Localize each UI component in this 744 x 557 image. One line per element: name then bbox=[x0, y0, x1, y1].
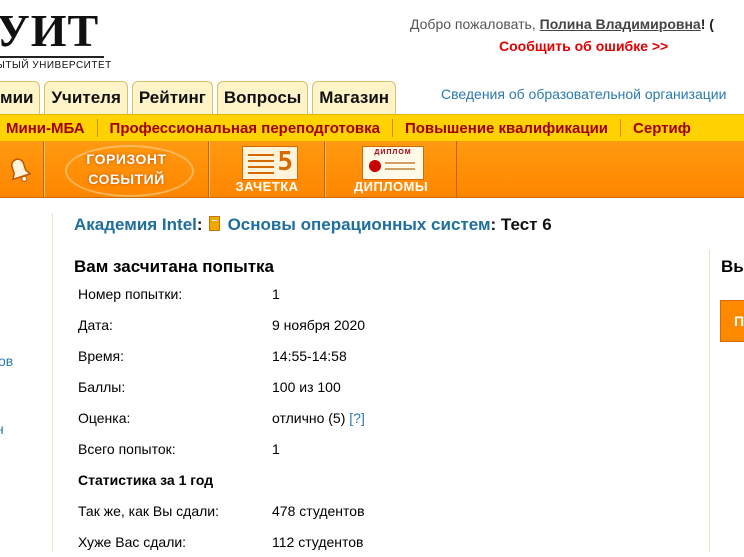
breadcrumb-test: : Тест 6 bbox=[490, 215, 552, 234]
table-row: Хуже Вас сдали: 112 студентов bbox=[72, 526, 371, 557]
gradebook-label: ЗАЧЕТКА bbox=[235, 179, 299, 194]
table-row: Номер попытки: 1 bbox=[72, 278, 371, 309]
right-column-divider bbox=[709, 250, 710, 552]
book-icon bbox=[208, 216, 220, 231]
notifications-button[interactable] bbox=[0, 141, 44, 197]
welcome-message: Добро пожаловать, Полина Владимировна! ( bbox=[410, 16, 714, 32]
diploma-icon: ДИПЛОМ bbox=[362, 146, 424, 180]
menu-item-mini-mba[interactable]: Мини-МБА bbox=[0, 120, 97, 137]
menu-item-certification[interactable]: Сертиф bbox=[621, 120, 703, 137]
logo-subtitle: ЫТЫЙ УНИВЕРСИТЕТ bbox=[0, 60, 112, 71]
attempt-value: 1 bbox=[272, 285, 280, 302]
table-row: Оценка: отлично (5) [?] bbox=[72, 402, 371, 433]
table-row: Время: 14:55-14:58 bbox=[72, 340, 371, 371]
menu-item-qualification[interactable]: Повышение квалификации bbox=[393, 120, 620, 137]
right-panel-button[interactable]: П bbox=[720, 300, 744, 342]
horizon-label-1: ГОРИЗОНТ bbox=[86, 151, 167, 167]
tab-teachers[interactable]: Учителя bbox=[44, 81, 128, 114]
grade-value: отлично (5) bbox=[272, 409, 346, 426]
program-menu: Мини-МБА Профессиональная переподготовка… bbox=[0, 114, 744, 142]
diplomas-button[interactable]: ДИПЛОМ ДИПЛОМЫ bbox=[325, 141, 457, 197]
table-row: Дата: 9 ноября 2020 bbox=[72, 309, 371, 340]
logo-underline bbox=[0, 56, 104, 58]
horizon-label-2: СОБЫТИЙ bbox=[88, 171, 165, 187]
time-label: Время: bbox=[78, 347, 125, 364]
table-row: Статистика за 1 год bbox=[72, 464, 371, 495]
welcome-prefix: Добро пожаловать, bbox=[410, 16, 540, 32]
university-logo[interactable]: УИТ ЫТЫЙ УНИВЕРСИТЕТ bbox=[0, 8, 112, 71]
same-grade-value: 478 студентов bbox=[272, 502, 365, 519]
breadcrumb-course-link[interactable]: Основы операционных систем bbox=[228, 215, 491, 234]
gradebook-button[interactable]: 5 ЗАЧЕТКА bbox=[209, 141, 325, 197]
table-row: Так же, как Вы сдали: 478 студентов bbox=[72, 495, 371, 526]
breadcrumb-separator: : bbox=[196, 215, 203, 234]
tab-shop[interactable]: Магазин bbox=[312, 81, 397, 114]
score-label: Баллы: bbox=[78, 378, 126, 395]
tab-academies[interactable]: мии bbox=[0, 81, 41, 114]
menu-item-retraining[interactable]: Профессиональная переподготовка bbox=[98, 120, 392, 137]
seal-icon bbox=[369, 160, 381, 172]
welcome-suffix: ! ( bbox=[700, 16, 714, 32]
worse-grade-label: Хуже Вас сдали: bbox=[78, 533, 187, 550]
gradebook-number: 5 bbox=[277, 147, 293, 177]
logo-text: УИТ bbox=[0, 5, 100, 56]
bell-icon bbox=[11, 158, 32, 182]
grade-label: Оценка: bbox=[78, 409, 131, 426]
same-grade-label: Так же, как Вы сдали: bbox=[78, 502, 220, 519]
time-value: 14:55-14:58 bbox=[272, 347, 347, 364]
tab-rating[interactable]: Рейтинг bbox=[131, 81, 213, 114]
events-horizon-button[interactable]: ГОРИЗОНТ СОБЫТИЙ bbox=[44, 141, 209, 197]
date-value: 9 ноября 2020 bbox=[272, 316, 366, 333]
sidebar-link-1[interactable]: ов bbox=[0, 353, 13, 369]
attempt-label: Номер попытки: bbox=[78, 285, 183, 302]
results-table: Номер попытки: 1 Дата: 9 ноября 2020 Вре… bbox=[72, 278, 371, 557]
tab-questions[interactable]: Вопросы bbox=[216, 81, 309, 114]
breadcrumb: Академия Intel: Основы операционных систе… bbox=[74, 215, 552, 235]
user-name-link[interactable]: Полина Владимировна bbox=[540, 16, 701, 32]
org-info-link[interactable]: Сведения об образовательной организации bbox=[441, 86, 726, 102]
table-row: Всего попыток: 1 bbox=[72, 433, 371, 464]
total-attempts-label: Всего попыток: bbox=[78, 440, 176, 457]
table-row: Баллы: 100 из 100 bbox=[72, 371, 371, 402]
worse-grade-value: 112 студентов bbox=[272, 533, 364, 550]
sidebar-link-2[interactable]: н bbox=[0, 421, 4, 437]
date-label: Дата: bbox=[78, 316, 113, 333]
diploma-icon-header: ДИПЛОМ bbox=[374, 149, 412, 156]
right-panel-title: Вы bbox=[721, 257, 744, 276]
breadcrumb-academy-link[interactable]: Академия Intel bbox=[74, 215, 197, 234]
gradebook-icon: 5 bbox=[242, 146, 298, 180]
grade-cell: отлично (5) [?] bbox=[266, 402, 371, 433]
grade-help-link[interactable]: [?] bbox=[349, 410, 365, 426]
total-attempts-value: 1 bbox=[272, 440, 280, 457]
main-tabs: мии Учителя Рейтинг Вопросы Магазин bbox=[0, 81, 400, 114]
report-error-link[interactable]: Сообщить об ошибке >> bbox=[499, 38, 668, 54]
stats-heading: Статистика за 1 год bbox=[78, 471, 214, 488]
page-title: Вам засчитана попытка bbox=[74, 257, 274, 276]
column-divider bbox=[52, 213, 53, 552]
diplomas-label: ДИПЛОМЫ bbox=[353, 179, 429, 194]
feature-banner: ГОРИЗОНТ СОБЫТИЙ 5 ЗАЧЕТКА ДИПЛОМ ДИПЛОМ… bbox=[0, 141, 744, 198]
score-value: 100 из 100 bbox=[272, 378, 341, 395]
